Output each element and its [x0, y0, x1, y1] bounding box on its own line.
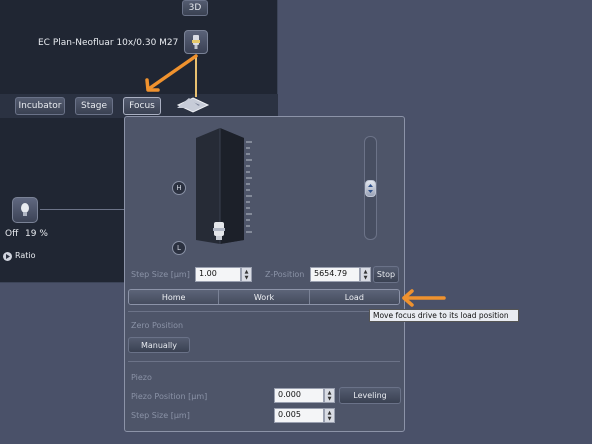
piezo-position-spinner[interactable]: ▲ ▼ — [324, 388, 335, 403]
piezo-step-size-spinner[interactable]: ▲ ▼ — [324, 408, 335, 423]
tab-incubator[interactable]: Incubator — [15, 97, 65, 115]
spin-down-icon[interactable]: ▼ — [328, 416, 332, 422]
ratio-label: Ratio — [15, 251, 36, 260]
3d-button[interactable]: 3D — [182, 0, 208, 16]
leveling-button[interactable]: Leveling — [339, 387, 401, 404]
high-limit-marker: H — [172, 181, 186, 195]
home-button[interactable]: Home — [129, 290, 220, 304]
piezo-heading: Piezo — [131, 373, 152, 382]
optical-path-line — [195, 55, 197, 97]
zero-position-heading: Zero Position — [131, 321, 184, 330]
spin-down-icon[interactable]: ▼ — [245, 275, 249, 281]
popup-pointer — [177, 98, 201, 108]
low-limit-marker: L — [172, 241, 186, 255]
spin-down-icon[interactable]: ▼ — [364, 275, 368, 281]
piezo-step-size-input[interactable]: 0.005 — [274, 408, 324, 423]
divider — [128, 361, 400, 362]
step-size-label: Step Size [µm] — [131, 270, 190, 279]
z-position-spinner[interactable]: ▲ ▼ — [360, 267, 371, 282]
ratio-expand-icon[interactable] — [3, 252, 12, 261]
objective-icon[interactable] — [184, 30, 208, 54]
objective-label: EC Plan-Neofluar 10x/0.30 M27 — [38, 38, 179, 48]
work-button[interactable]: Work — [219, 290, 310, 304]
step-size-spinner[interactable]: ▲ ▼ — [241, 267, 252, 282]
load-button[interactable]: Load — [309, 290, 399, 304]
objective-position-icon[interactable] — [210, 220, 228, 246]
step-size-input[interactable]: 1.00 — [195, 267, 241, 282]
piezo-position-input[interactable]: 0.000 — [274, 388, 324, 403]
manually-button[interactable]: Manually — [128, 337, 190, 353]
lamp-icon[interactable] — [12, 197, 38, 223]
load-tooltip: Move focus drive to its load position — [369, 309, 519, 322]
lamp-status: Off — [5, 229, 19, 239]
piezo-position-label: Piezo Position [µm] — [131, 392, 208, 401]
lamp-intensity-value: 19 % — [25, 229, 48, 239]
lamp-slider-line — [40, 209, 124, 210]
tab-focus[interactable]: Focus — [123, 97, 161, 115]
stop-button[interactable]: Stop — [373, 266, 399, 283]
focus-position-selector: Home Work Load — [128, 289, 400, 305]
piezo-step-size-label: Step Size [µm] — [131, 411, 190, 420]
focus-slider-handle[interactable] — [365, 180, 376, 197]
z-position-label: Z-Position — [265, 270, 305, 279]
focus-drive-graphic — [194, 128, 264, 248]
divider — [128, 311, 400, 312]
tab-stage[interactable]: Stage — [75, 97, 113, 115]
spin-down-icon[interactable]: ▼ — [328, 396, 332, 402]
z-position-input[interactable]: 5654.79 — [310, 267, 360, 282]
